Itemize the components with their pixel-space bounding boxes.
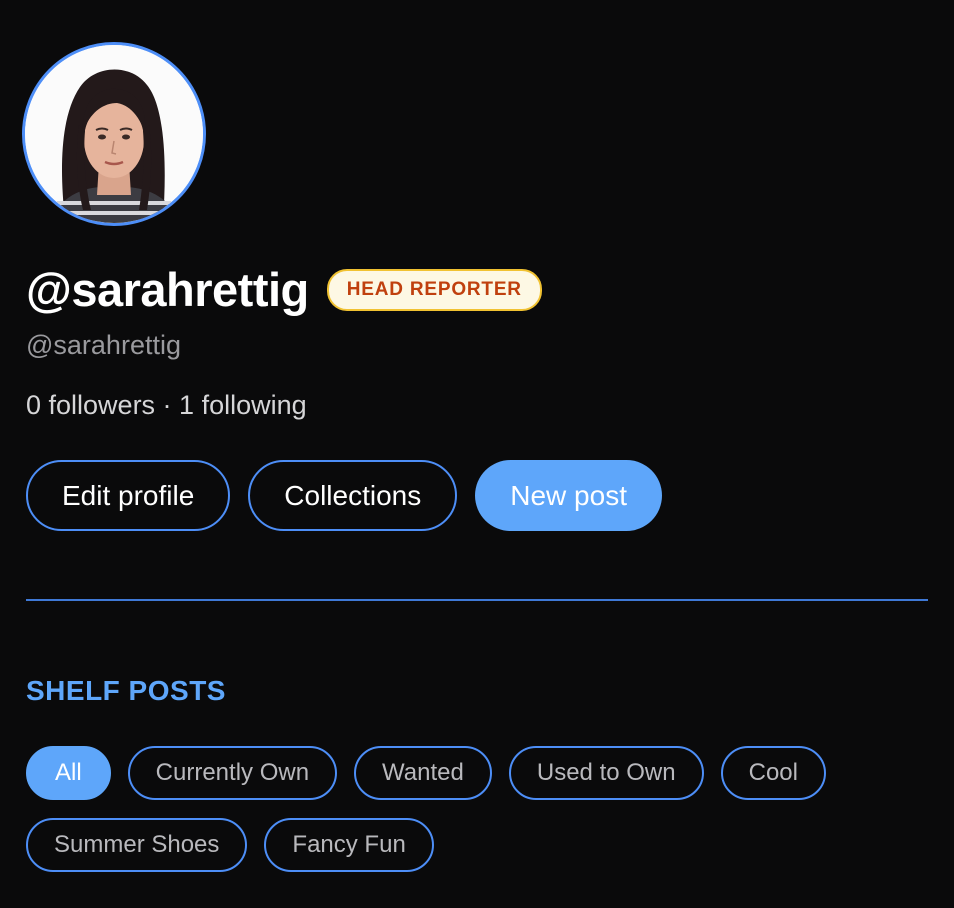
filter-chip-cool[interactable]: Cool: [720, 746, 826, 800]
avatar[interactable]: [22, 42, 206, 226]
profile-actions: Edit profile Collections New post: [26, 460, 662, 531]
avatar-photo: [25, 45, 203, 223]
section-divider: [26, 599, 928, 601]
shelf-posts-heading: SHELF POSTS: [26, 675, 226, 706]
filter-chip-all[interactable]: All: [26, 746, 111, 800]
profile-display-name: @sarahrettig: [26, 263, 309, 316]
username-row: @sarahrettig HEAD REPORTER: [26, 262, 542, 318]
filter-chip-fancy-fun[interactable]: Fancy Fun: [264, 818, 434, 872]
collections-button[interactable]: Collections: [248, 460, 458, 531]
role-badge: HEAD REPORTER: [326, 269, 542, 311]
follow-stats[interactable]: 0 followers · 1 following: [26, 388, 307, 422]
filter-chip-wanted[interactable]: Wanted: [354, 746, 492, 800]
profile-handle: @sarahrettig: [26, 330, 181, 360]
shelf-filter-chips: All Currently Own Wanted Used to Own Coo…: [26, 746, 936, 872]
new-post-button[interactable]: New post: [475, 460, 662, 531]
filter-chip-used-to-own[interactable]: Used to Own: [508, 746, 704, 800]
edit-profile-button[interactable]: Edit profile: [26, 460, 231, 531]
filter-chip-summer-shoes[interactable]: Summer Shoes: [26, 818, 248, 872]
filter-chip-currently-own[interactable]: Currently Own: [127, 746, 338, 800]
